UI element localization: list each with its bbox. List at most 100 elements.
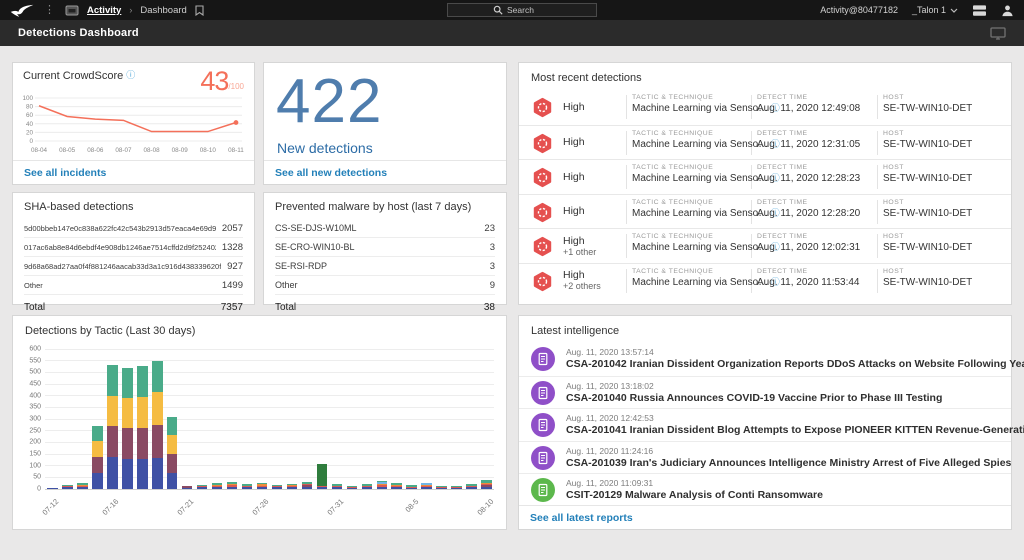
row-value: 3 — [484, 242, 495, 253]
intel-report-item[interactable]: Aug. 11, 2020 13:57:14CSA-201042 Iranian… — [519, 343, 1011, 376]
bar[interactable] — [421, 483, 432, 490]
see-all-latest-reports-link[interactable]: See all latest reports — [530, 512, 633, 524]
global-search[interactable] — [447, 3, 597, 17]
severity-high-icon — [532, 167, 553, 193]
bar-segment — [436, 488, 447, 489]
table-row[interactable]: 5d00bbeb147e0c838a622fc42c543b2913d57eac… — [24, 219, 243, 238]
bar-segment — [137, 397, 148, 428]
svg-text:08-10: 08-10 — [200, 147, 217, 154]
see-all-incidents-link[interactable]: See all incidents — [24, 167, 106, 179]
severity-label: High — [563, 101, 585, 113]
bar[interactable] — [212, 483, 223, 489]
bar[interactable] — [152, 361, 163, 489]
x-axis-label: 07-26 — [236, 497, 271, 532]
bar[interactable] — [391, 483, 402, 489]
crowdstrike-logo-icon[interactable] — [10, 3, 34, 18]
detection-row[interactable]: HighTACTIC & TECHNIQUEMachine Learning v… — [519, 90, 1011, 125]
bar[interactable] — [287, 484, 298, 489]
table-row[interactable]: 017ac6ab8e84d6ebdf4e908db1246ae7514cffd2… — [24, 238, 243, 257]
column-header: HOST — [883, 268, 972, 275]
bar[interactable] — [406, 485, 417, 489]
bar[interactable] — [167, 417, 178, 489]
table-row[interactable]: 9d68a68ad27aa0f4f881246aacab33d3a1c916d4… — [24, 257, 243, 276]
module-icon[interactable] — [65, 4, 79, 16]
user-icon[interactable] — [1001, 4, 1014, 17]
x-axis-label: 08-5 — [385, 497, 420, 532]
svg-text:08-05: 08-05 — [59, 147, 76, 154]
bar[interactable] — [302, 482, 313, 489]
column-time: DETECT TIMEAug. 11, 2020 12:28:20 — [757, 199, 860, 219]
bar[interactable] — [92, 426, 103, 489]
table-row[interactable]: CS-SE-DJS-W10ML23 — [275, 219, 495, 238]
column-divider — [877, 200, 878, 224]
detection-row[interactable]: HighTACTIC & TECHNIQUEMachine Learning v… — [519, 194, 1011, 229]
column-value: SE-TW-WIN10-DET — [883, 208, 972, 219]
svg-text:0: 0 — [29, 138, 33, 145]
y-axis-label: 450 — [29, 381, 41, 388]
report-timestamp: Aug. 11, 2020 13:18:02 — [566, 381, 654, 391]
column-time: DETECT TIMEAug. 11, 2020 12:28:23 — [757, 164, 860, 184]
y-axis-label: 0 — [37, 486, 41, 493]
chevron-down-icon — [950, 8, 958, 13]
bar[interactable] — [272, 485, 283, 489]
bar-segment — [92, 473, 103, 489]
presentation-mode-icon[interactable] — [990, 27, 1006, 40]
search-input[interactable] — [507, 5, 551, 15]
bar[interactable] — [107, 365, 118, 489]
bar[interactable] — [317, 464, 328, 489]
intel-report-item[interactable]: Aug. 11, 2020 12:42:53CSA-201041 Iranian… — [519, 408, 1011, 441]
crowdscore-trend-line — [39, 106, 236, 132]
apps-icon[interactable] — [972, 4, 987, 17]
bar[interactable] — [377, 481, 388, 489]
y-axis-label: 600 — [29, 346, 41, 353]
detection-row[interactable]: High+2 othersTACTIC & TECHNIQUEMachine L… — [519, 263, 1011, 298]
breadcrumb-activity-link[interactable]: Activity — [87, 5, 121, 16]
bar[interactable] — [451, 486, 462, 489]
bar[interactable] — [77, 483, 88, 489]
intel-report-item[interactable]: Aug. 11, 2020 11:24:16CSA-201039 Iran's … — [519, 441, 1011, 474]
column-header: HOST — [883, 130, 972, 137]
bookmark-icon[interactable] — [195, 5, 204, 16]
prevented-malware-table: CS-SE-DJS-W10ML23SE-CRO-WIN10-BL3SE-RSI-… — [275, 219, 495, 295]
bar[interactable] — [122, 368, 133, 489]
row-label: 9d68a68ad27aa0f4f881246aacab33d3a1c916d4… — [24, 262, 221, 271]
table-row[interactable]: Other9 — [275, 276, 495, 295]
table-row[interactable]: SE-RSI-RDP3 — [275, 257, 495, 276]
see-all-new-detections-link[interactable]: See all new detections — [275, 167, 387, 179]
bar[interactable] — [481, 480, 492, 489]
table-row[interactable]: SE-CRO-WIN10-BL3 — [275, 238, 495, 257]
bar[interactable] — [332, 484, 343, 489]
severity-high-icon — [532, 202, 553, 228]
bar[interactable] — [362, 484, 373, 489]
bar[interactable] — [242, 484, 253, 489]
recent-detections-panel: Most recent detections HighTACTIC & TECH… — [518, 62, 1012, 305]
y-axis-label: 500 — [29, 369, 41, 376]
info-icon[interactable]: ⓘ — [126, 70, 135, 81]
user-menu[interactable]: _Talon 1 — [912, 5, 958, 15]
bar[interactable] — [182, 486, 193, 489]
row-label: CS-SE-DJS-W10ML — [275, 223, 357, 233]
bar[interactable] — [227, 482, 238, 489]
bar[interactable] — [257, 483, 268, 490]
panel-title: Current CrowdScore — [23, 70, 123, 82]
bar[interactable] — [436, 486, 447, 489]
intel-report-item[interactable]: Aug. 11, 2020 11:09:31CSIT-20129 Malware… — [519, 473, 1011, 506]
svg-text:08-04: 08-04 — [31, 147, 48, 154]
bar[interactable] — [137, 366, 148, 489]
column-divider — [877, 165, 878, 189]
detection-row[interactable]: High+1 otherTACTIC & TECHNIQUEMachine Le… — [519, 228, 1011, 263]
crowdscore-panel: Current CrowdScore ⓘ 43 /100 02040608010… — [12, 62, 255, 185]
bar[interactable] — [197, 485, 208, 489]
bar[interactable] — [466, 484, 477, 489]
column-header: DETECT TIME — [757, 94, 860, 101]
bar[interactable] — [47, 488, 58, 489]
intel-report-item[interactable]: Aug. 11, 2020 13:18:02CSA-201040 Russia … — [519, 376, 1011, 409]
detection-row[interactable]: HighTACTIC & TECHNIQUEMachine Learning v… — [519, 125, 1011, 160]
bar[interactable] — [62, 485, 73, 489]
app-switcher-icon[interactable]: ⋮ — [44, 5, 55, 16]
table-row[interactable]: Other1499 — [24, 276, 243, 295]
bar[interactable] — [347, 486, 358, 489]
column-value: SE-TW-WIN10-DET — [883, 277, 972, 288]
bar-segment — [182, 488, 193, 489]
detection-row[interactable]: HighTACTIC & TECHNIQUEMachine Learning v… — [519, 159, 1011, 194]
